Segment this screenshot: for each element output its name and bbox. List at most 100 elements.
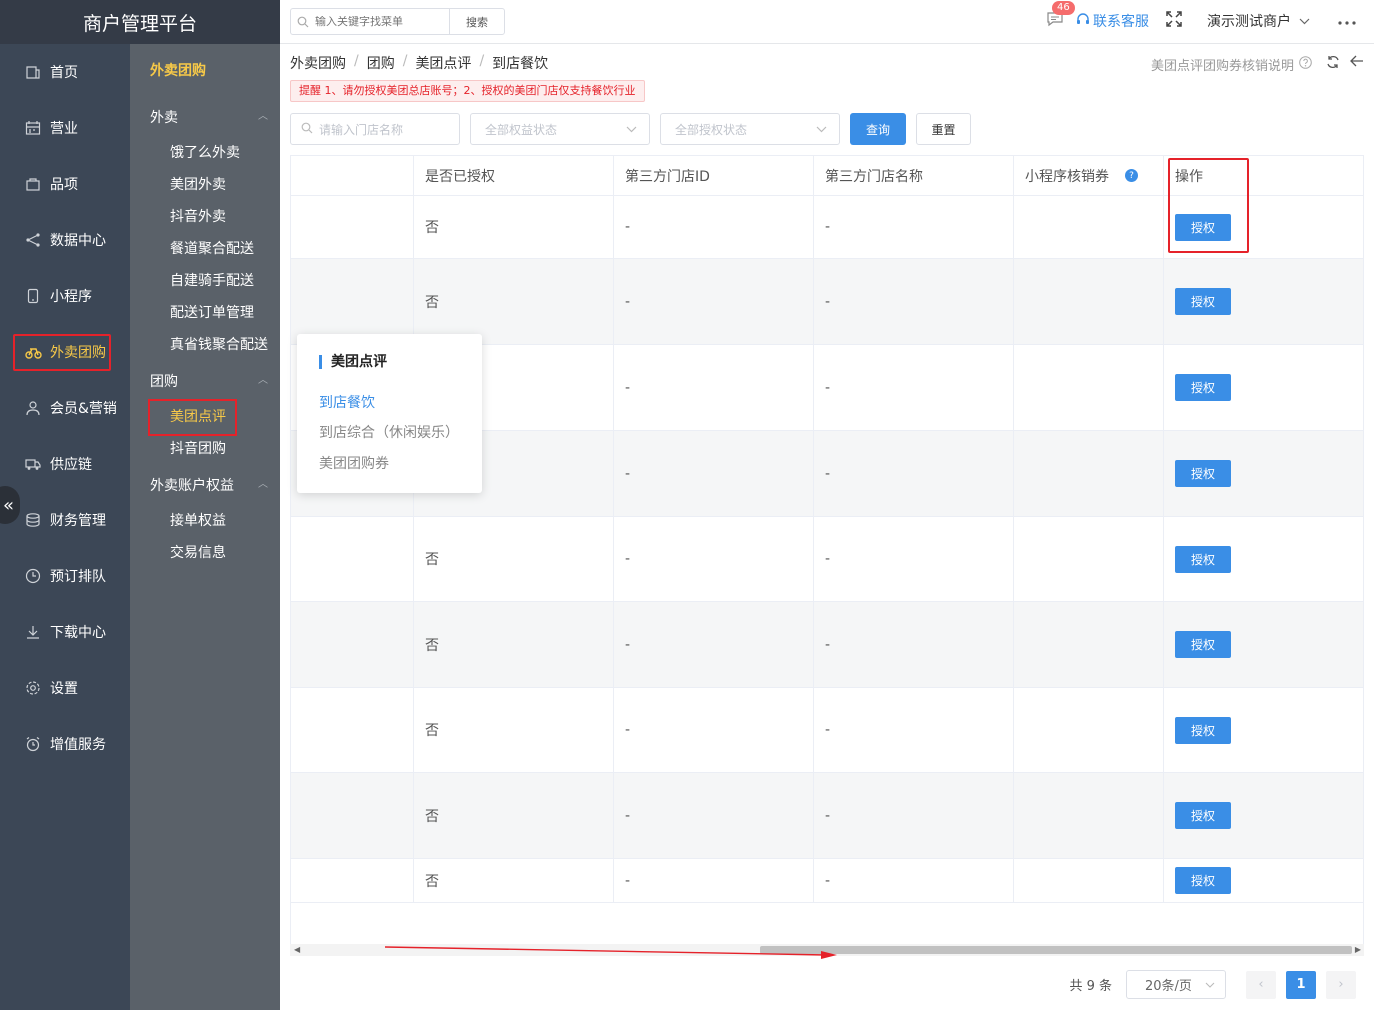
submenu-item-delivery-orders[interactable]: 配送订单管理 — [170, 302, 254, 322]
scrollbar-thumb[interactable] — [760, 946, 1352, 954]
authorize-button[interactable]: 授权 — [1175, 716, 1231, 744]
authorize-button[interactable]: 授权 — [1175, 631, 1231, 658]
miniprogram-cell — [1014, 259, 1164, 344]
submenu-group-takeout[interactable]: 外卖 ︿ — [150, 107, 268, 127]
submenu-item-douyin-groupbuy[interactable]: 抖音团购 — [170, 438, 226, 458]
nav-item-reservation[interactable]: 预订排队 — [0, 548, 106, 604]
header-cell — [291, 156, 414, 195]
authorize-button[interactable]: 授权 — [1175, 867, 1231, 894]
submenu-item-zhenshengqian[interactable]: 真省钱聚合配送 — [170, 334, 268, 354]
pagination: 共 9 条 20条/页 ‹ 1 › — [1069, 970, 1356, 999]
nav-item-download[interactable]: 下载中心 — [0, 604, 106, 660]
nav-item-home[interactable]: 首页 — [0, 44, 78, 100]
chevron-down-icon — [816, 122, 827, 136]
store-name-cell: - — [814, 259, 1014, 344]
store-name-cell: - — [814, 196, 1014, 258]
nav-label: 会员&营销 — [50, 401, 117, 417]
authorize-button[interactable]: 授权 — [1175, 802, 1231, 829]
authorize-button[interactable]: 授权 — [1175, 374, 1231, 401]
miniprogram-cell — [1014, 345, 1164, 430]
nav-item-items[interactable]: 品项 — [0, 156, 78, 212]
submenu-group-groupbuy[interactable]: 团购 ︿ — [150, 371, 268, 391]
share-icon — [24, 231, 42, 249]
highlight-box — [148, 399, 237, 436]
merchant-name[interactable]: 演示测试商户 — [1207, 11, 1291, 31]
nav-item-settings[interactable]: 设置 — [0, 660, 78, 716]
submenu-item-order-equity[interactable]: 接单权益 — [170, 510, 226, 530]
nav-label: 小程序 — [50, 289, 92, 305]
store-id-cell: - — [614, 517, 814, 601]
authorize-button[interactable]: 授权 — [1175, 460, 1231, 487]
contact-service-link[interactable]: 联系客服 — [1076, 11, 1149, 31]
scroll-right-icon[interactable]: ▶ — [1355, 945, 1361, 954]
chevron-left-icon: ‹ — [1258, 977, 1264, 992]
reset-button[interactable]: 重置 — [916, 113, 971, 145]
nav-item-business[interactable]: 营业 — [0, 100, 78, 156]
store-name-cell: - — [814, 773, 1014, 858]
truck-icon — [24, 455, 42, 473]
annotation-arrow — [385, 946, 837, 959]
query-button[interactable]: 查询 — [850, 113, 906, 145]
submenu-item-meituan-dianping[interactable]: 美团点评 — [148, 399, 237, 436]
chevron-down-icon[interactable] — [1299, 13, 1310, 29]
nav-item-value-added[interactable]: 增值服务 — [0, 716, 106, 772]
store-name-input[interactable]: 请输入门店名称 — [290, 113, 460, 145]
store-id-cell: - — [614, 196, 814, 258]
submenu-item-transactions[interactable]: 交易信息 — [170, 542, 226, 562]
submenu-item-candao-delivery[interactable]: 餐道聚合配送 — [170, 238, 254, 258]
breadcrumb-item[interactable]: 美团点评 — [415, 53, 471, 73]
page-number-current[interactable]: 1 — [1286, 970, 1316, 999]
nav-item-member-marketing[interactable]: 会员&营销 — [0, 380, 117, 436]
messages-button[interactable]: 46 — [1046, 1, 1075, 31]
breadcrumb-item[interactable]: 外卖团购 — [290, 53, 346, 73]
action-cell: 授权 — [1164, 859, 1363, 902]
menu-search-button[interactable]: 搜索 — [449, 9, 504, 34]
submenu-item-self-rider[interactable]: 自建骑手配送 — [170, 270, 254, 290]
flyout-item-dine-in[interactable]: 到店餐饮 — [319, 392, 375, 412]
top-bar: 搜索 46 联系客服 演示测试商户 — [280, 0, 1374, 44]
more-icon[interactable] — [1338, 13, 1356, 29]
flyout-item-leisure[interactable]: 到店综合（休闲娱乐） — [319, 422, 459, 442]
table-row: 否 - - 授权 — [291, 259, 1363, 345]
fullscreen-icon[interactable] — [1165, 10, 1183, 32]
authorize-button[interactable]: 授权 — [1175, 288, 1231, 315]
nav-item-takeout-groupbuy[interactable]: 外卖团购 — [0, 324, 111, 380]
authorize-button[interactable]: 授权 — [1175, 545, 1231, 573]
search-icon — [291, 16, 315, 28]
auth-status-select[interactable]: 全部授权状态 — [660, 113, 840, 145]
store-id-cell: - — [614, 688, 814, 772]
flyout-item-voucher[interactable]: 美团团购券 — [319, 453, 389, 473]
nav-item-miniprogram[interactable]: 小程序 — [0, 268, 92, 324]
submenu-item-douyin-takeout[interactable]: 抖音外卖 — [170, 206, 226, 226]
header-cell-miniprogram: 小程序核销券 ? — [1014, 156, 1164, 195]
equity-status-select[interactable]: 全部权益状态 — [470, 113, 650, 145]
miniprogram-cell — [1014, 196, 1164, 258]
nav-label: 下载中心 — [50, 625, 106, 641]
question-icon[interactable]: ? — [1125, 169, 1138, 182]
submenu-item-eleme[interactable]: 饿了么外卖 — [170, 142, 240, 162]
refresh-icon[interactable] — [1326, 55, 1340, 73]
submenu-item-meituan-takeout[interactable]: 美团外卖 — [170, 174, 226, 194]
nav-label: 财务管理 — [50, 513, 106, 529]
breadcrumb-item[interactable]: 团购 — [367, 53, 395, 73]
nav-item-data-center[interactable]: 数据中心 — [0, 212, 106, 268]
prev-page-button[interactable]: ‹ — [1246, 970, 1276, 999]
store-id-cell: - — [614, 259, 814, 344]
nav-item-supply-chain[interactable]: 供应链 — [0, 436, 92, 492]
next-page-button[interactable]: › — [1326, 970, 1356, 999]
store-name-cell: - — [814, 859, 1014, 902]
home-icon — [24, 63, 42, 81]
store-name-cell: - — [814, 602, 1014, 687]
sidebar: 首页 营业 品项 数据中心 小程序 外卖团购 会员&营销 供应链 财务管理 预订… — [0, 0, 130, 1010]
menu-search-input[interactable] — [315, 15, 445, 28]
gear-icon — [24, 679, 42, 697]
page-size-select[interactable]: 20条/页 — [1126, 970, 1226, 999]
notice-banner: 提醒 1、请勿授权美团总店账号；2、授权的美团门店仅支持餐饮行业 — [290, 80, 645, 102]
nav-label: 预订排队 — [50, 569, 106, 585]
database-icon — [24, 511, 42, 529]
row-cell-blank — [291, 859, 414, 902]
submenu-group-account-equity[interactable]: 外卖账户权益 ︿ — [150, 475, 268, 495]
back-arrow-icon[interactable] — [1350, 53, 1364, 71]
scroll-left-icon[interactable]: ◀ — [294, 945, 300, 954]
help-link[interactable]: 美团点评团购券核销说明 — [1151, 55, 1312, 74]
